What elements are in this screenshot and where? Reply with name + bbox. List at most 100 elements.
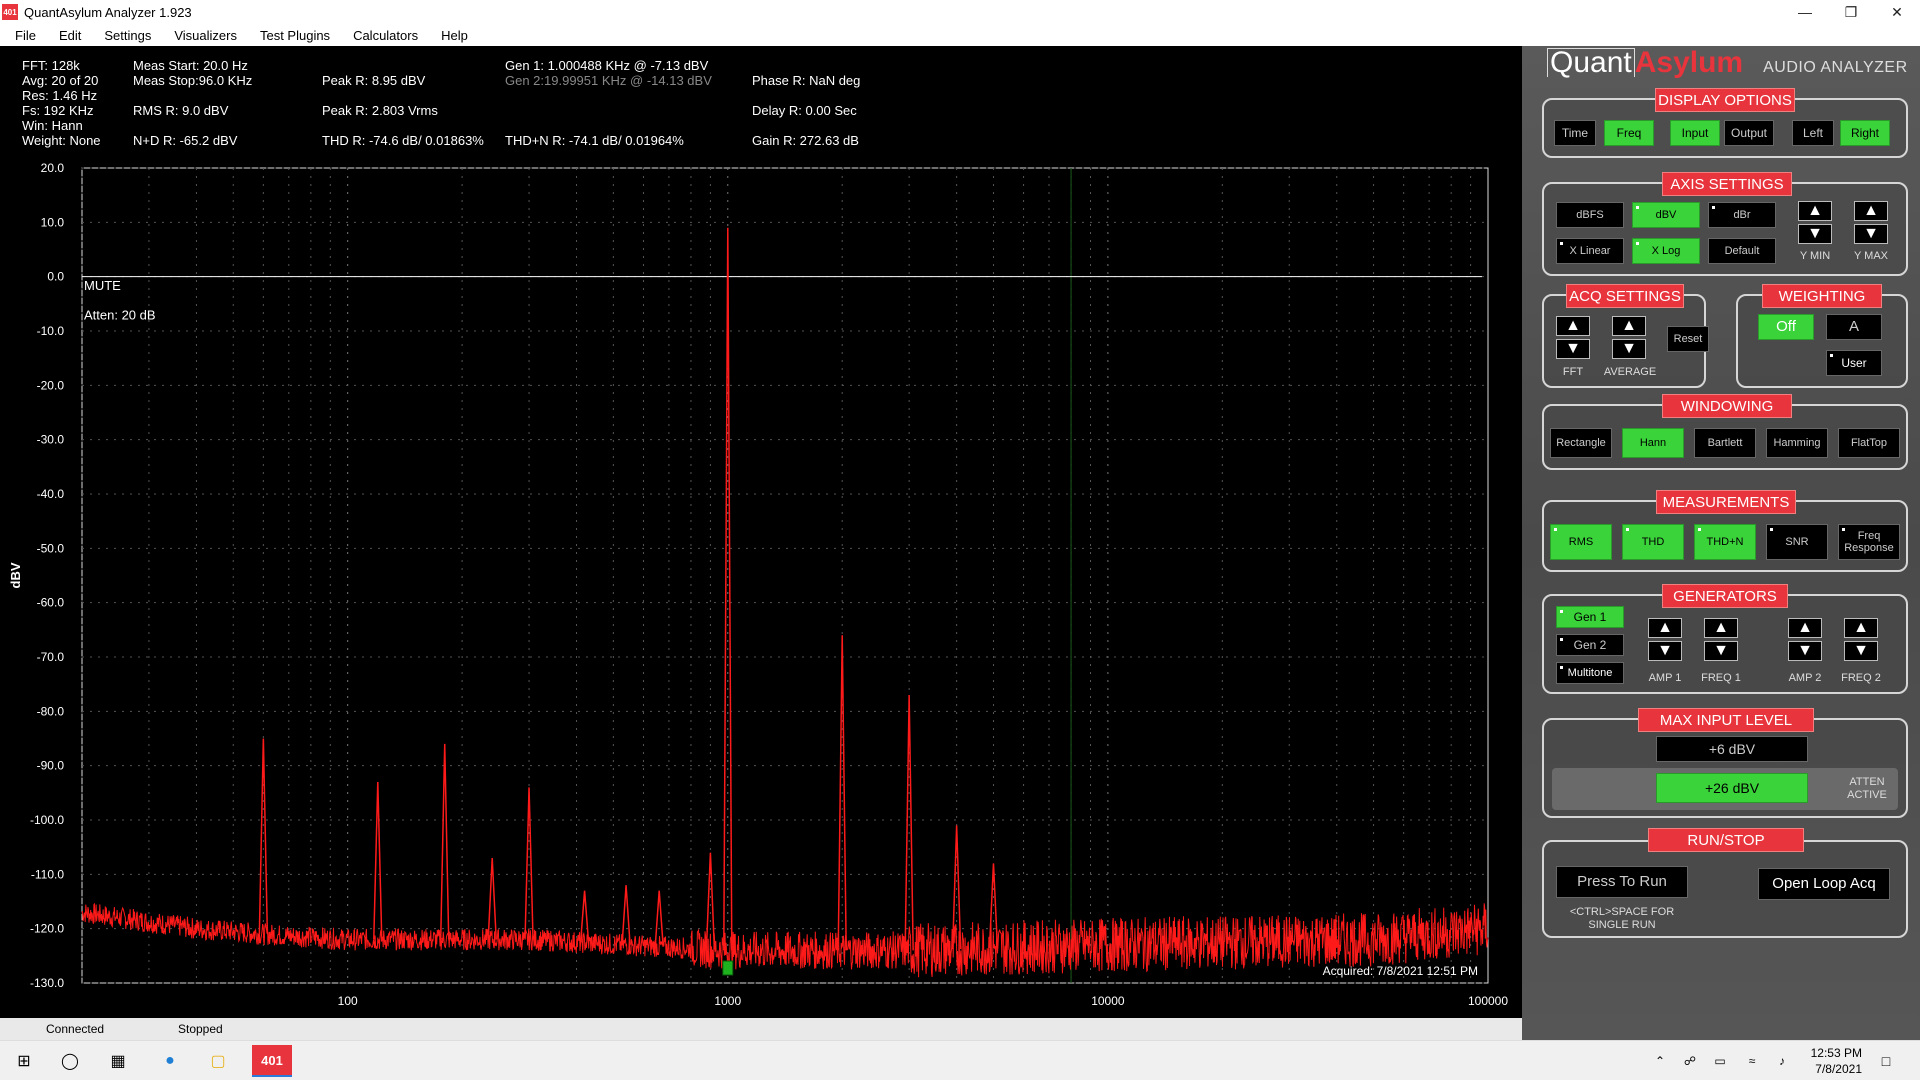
rms-button[interactable]: RMS: [1550, 524, 1612, 560]
left-button[interactable]: Left: [1792, 120, 1834, 146]
menu-edit[interactable]: Edit: [44, 28, 89, 43]
display-options-title: DISPLAY OPTIONS: [1655, 88, 1795, 112]
rectangle-button[interactable]: Rectangle: [1550, 428, 1612, 458]
network-icon[interactable]: ☍: [1678, 1049, 1702, 1073]
y-tick-label: 10.0: [41, 215, 65, 229]
reset-button[interactable]: Reset: [1667, 326, 1709, 352]
input-6dbv-button[interactable]: +6 dBV: [1656, 736, 1808, 762]
multitone-button[interactable]: Multitone: [1556, 662, 1624, 684]
y-tick-label: -100.0: [30, 813, 64, 827]
ymax-up-arrow-icon[interactable]: ▲: [1854, 201, 1888, 221]
menu-file[interactable]: File: [0, 28, 44, 43]
system-clock[interactable]: 12:53 PM 7/8/2021: [1811, 1045, 1862, 1077]
amp1-up-arrow-icon[interactable]: ▲: [1648, 618, 1682, 638]
x-tick-label: 100: [338, 994, 358, 1008]
ymax-down-arrow-icon[interactable]: ▼: [1854, 224, 1888, 244]
x-tick-label: 100000: [1468, 994, 1508, 1008]
x-linear-button[interactable]: X Linear: [1556, 238, 1624, 264]
freq1-down-arrow-icon[interactable]: ▼: [1704, 641, 1738, 661]
freq2-up-arrow-icon[interactable]: ▲: [1844, 618, 1878, 638]
show-hidden-icons-icon[interactable]: ⌃: [1648, 1049, 1672, 1073]
quantasylum-taskbar-icon[interactable]: 401: [252, 1045, 292, 1077]
search-icon[interactable]: ◯: [58, 1049, 82, 1073]
menu-settings[interactable]: Settings: [89, 28, 159, 43]
fft-up-arrow-icon[interactable]: ▲: [1556, 316, 1590, 336]
amp1-down-arrow-icon[interactable]: ▼: [1648, 641, 1682, 661]
wifi-icon[interactable]: ≈: [1740, 1049, 1764, 1073]
weighting-a-button[interactable]: A: [1826, 314, 1882, 340]
minimize-button[interactable]: —: [1782, 0, 1828, 24]
avg-count: Avg: 20 of 20: [22, 73, 99, 88]
thd-button[interactable]: THD: [1622, 524, 1684, 560]
close-button[interactable]: ✕: [1874, 0, 1920, 24]
nd-reading: N+D R: -65.2 dBV: [133, 133, 238, 148]
snr-label: SNR: [1785, 536, 1809, 548]
fft-down-arrow-icon[interactable]: ▼: [1556, 339, 1590, 359]
gen2-button[interactable]: Gen 2: [1556, 634, 1624, 656]
press-to-run-button[interactable]: Press To Run: [1556, 866, 1688, 898]
windows-start-icon[interactable]: ⊞: [12, 1049, 36, 1073]
battery-icon[interactable]: ▭: [1708, 1049, 1732, 1073]
menu-visualizers[interactable]: Visualizers: [159, 28, 245, 43]
single-run-hint: <CTRL>SPACE FOR SINGLE RUN: [1569, 906, 1675, 931]
peak-vrms-reading: Peak R: 2.803 Vrms: [322, 103, 438, 118]
right-button[interactable]: Right: [1840, 120, 1890, 146]
amp2-up-arrow-icon[interactable]: ▲: [1788, 618, 1822, 638]
freq-response-button[interactable]: Freq Response: [1838, 524, 1900, 560]
logo-quant: Quant: [1547, 48, 1635, 78]
amp1-label: AMP 1: [1648, 672, 1682, 684]
task-view-icon[interactable]: ▦: [106, 1049, 130, 1073]
input-26dbv-button[interactable]: +26 dBV: [1656, 773, 1808, 803]
output-button[interactable]: Output: [1724, 120, 1774, 146]
spectrum-chart[interactable]: 20.0 10.0 0.0 -10.0 -20.0 -30.0 -40.0 -50.0 -60.…: [0, 156, 1522, 1018]
mute-label: MUTE: [84, 278, 121, 293]
ymin-down-arrow-icon[interactable]: ▼: [1798, 224, 1832, 244]
average-down-arrow-icon[interactable]: ▼: [1612, 339, 1646, 359]
x-linear-label: X Linear: [1569, 245, 1611, 257]
flattop-button[interactable]: FlatTop: [1838, 428, 1900, 458]
hamming-button[interactable]: Hamming: [1766, 428, 1828, 458]
average-up-arrow-icon[interactable]: ▲: [1612, 316, 1646, 336]
gen1-button[interactable]: Gen 1: [1556, 606, 1624, 628]
input-button[interactable]: Input: [1670, 120, 1720, 146]
default-axis-button[interactable]: Default: [1708, 238, 1776, 264]
y-tick-label: 0.0: [47, 270, 64, 284]
freq-button[interactable]: Freq: [1604, 120, 1654, 146]
menu-test-plugins[interactable]: Test Plugins: [245, 28, 338, 43]
time-button[interactable]: Time: [1554, 120, 1596, 146]
freq2-down-arrow-icon[interactable]: ▼: [1844, 641, 1878, 661]
notifications-icon[interactable]: □: [1874, 1049, 1898, 1073]
x-log-button[interactable]: X Log: [1632, 238, 1700, 264]
app-icon: 401: [2, 4, 18, 20]
menu-help[interactable]: Help: [426, 28, 476, 43]
menu-calculators[interactable]: Calculators: [338, 28, 426, 43]
snr-button[interactable]: SNR: [1766, 524, 1828, 560]
hann-button[interactable]: Hann: [1622, 428, 1684, 458]
volume-icon[interactable]: ♪: [1770, 1049, 1794, 1073]
edge-browser-icon[interactable]: ●: [158, 1049, 182, 1073]
weighting-user-button[interactable]: User: [1826, 350, 1882, 376]
dbfs-button[interactable]: dBFS: [1556, 202, 1624, 228]
freq1-up-arrow-icon[interactable]: ▲: [1704, 618, 1738, 638]
ymax-label: Y MAX: [1853, 250, 1889, 262]
thdn-button[interactable]: THD+N: [1694, 524, 1756, 560]
y-tick-label: -70.0: [37, 650, 65, 664]
ymin-up-arrow-icon[interactable]: ▲: [1798, 201, 1832, 221]
gen2-label: Gen 2: [1573, 638, 1607, 652]
weighting-off-button[interactable]: Off: [1758, 314, 1814, 340]
dbv-button[interactable]: dBV: [1632, 202, 1700, 228]
gen2-reading: Gen 2:19.99951 KHz @ -14.13 dBV: [505, 73, 712, 88]
file-explorer-icon[interactable]: ▢: [206, 1049, 230, 1073]
amp2-down-arrow-icon[interactable]: ▼: [1788, 641, 1822, 661]
spectrum-plot[interactable]: 20.0 10.0 0.0 -10.0 -20.0 -30.0 -40.0 -50.0 -60.…: [0, 156, 1522, 1018]
axis-settings-title: AXIS SETTINGS: [1662, 172, 1792, 196]
maximize-button[interactable]: ❐: [1828, 0, 1874, 24]
thd-label: THD: [1641, 536, 1665, 548]
dbr-button[interactable]: dBr: [1708, 202, 1776, 228]
y-tick-label: -130.0: [30, 976, 64, 990]
weighting-user-label: User: [1841, 356, 1867, 370]
bartlett-button[interactable]: Bartlett: [1694, 428, 1756, 458]
ymin-label: Y MIN: [1799, 250, 1831, 262]
y-tick-label: -30.0: [37, 433, 65, 447]
open-loop-acq-button[interactable]: Open Loop Acq: [1758, 868, 1890, 900]
